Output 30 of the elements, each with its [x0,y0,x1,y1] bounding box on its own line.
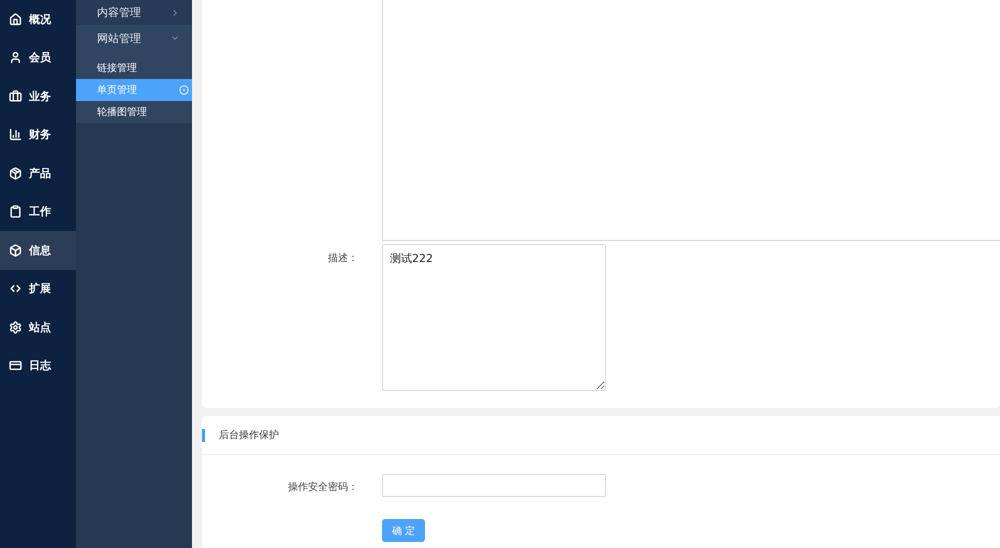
nav-item[interactable]: 概况 [0,0,76,38]
card-icon [9,359,22,372]
password-field[interactable] [382,474,606,497]
section-title: 后台操作保护 [219,428,279,442]
home-icon [9,12,22,26]
nav-item[interactable]: 产品 [0,154,76,192]
nav-item[interactable]: 扩展 [0,270,76,308]
submenu-item[interactable]: 链接管理 [76,57,192,79]
submenu-item[interactable]: 轮播图管理 [76,101,192,123]
radio-icon [179,85,189,95]
clipboard-icon [9,205,22,218]
nav-item[interactable]: 财务 [0,116,76,154]
settings-icon [9,320,22,334]
nav-item[interactable]: 工作 [0,192,76,231]
nav-item[interactable]: 业务 [0,77,76,116]
field-label: 描述： [327,252,359,265]
cube-icon [9,244,22,257]
package-icon [9,166,22,180]
accent-bar [202,428,205,442]
nav-item[interactable]: 日志 [0,346,76,385]
nav-item[interactable]: 信息 [0,231,76,270]
nav-item[interactable]: 站点 [0,308,76,346]
field-label: 操作安全密码： [287,480,359,494]
editor-area[interactable] [382,0,1000,241]
nav-item[interactable]: 会员 [0,38,76,77]
submenu-item[interactable]: 网站管理 [76,25,192,51]
user-icon [9,51,22,64]
briefcase-icon [9,90,22,103]
description-field[interactable]: 测试222 [382,244,606,391]
bar-chart-icon [9,128,22,142]
